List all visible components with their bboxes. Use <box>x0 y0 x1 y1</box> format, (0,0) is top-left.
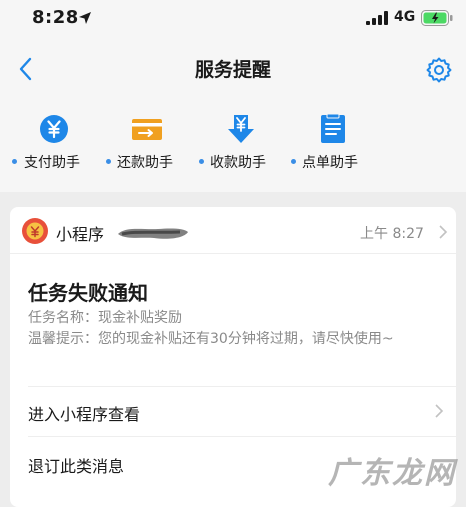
card-arrow-icon <box>132 119 162 140</box>
app-name: 小程序 <box>56 225 105 244</box>
view-mini-program-label: 进入小程序查看 <box>28 405 141 424</box>
divider <box>28 436 456 437</box>
signal-icon <box>366 11 388 25</box>
unsubscribe-label: 退订此类消息 <box>28 457 125 476</box>
location-arrow-icon <box>79 12 91 24</box>
bullet-dot <box>291 159 296 164</box>
status-time: 8:28 <box>32 7 79 28</box>
chevron-right-icon <box>435 404 444 418</box>
order-list-icon <box>321 114 345 143</box>
bullet-dot <box>106 159 111 164</box>
shortcut-label: 点单助手 <box>302 155 358 171</box>
battery-icon <box>421 10 453 26</box>
mini-program-avatar <box>22 218 48 244</box>
shortcut-payment-assistant[interactable]: 支付助手 <box>10 114 110 176</box>
yen-download-icon <box>228 115 254 143</box>
network-type: 4G <box>394 9 416 25</box>
shortcut-order-assistant[interactable]: 点单助手 <box>290 114 390 176</box>
redacted-name <box>118 228 188 239</box>
shortcut-collection-assistant[interactable]: 收款助手 <box>198 114 298 176</box>
bullet-dot <box>12 159 17 164</box>
shortcut-repayment-assistant[interactable]: 还款助手 <box>104 114 204 176</box>
chevron-right-icon[interactable] <box>438 224 448 240</box>
yen-circle-icon <box>40 115 68 143</box>
message-timestamp: 上午 8:27 <box>360 226 424 242</box>
shortcut-label: 收款助手 <box>210 155 266 171</box>
tip-text: 温馨提示：您的现金补贴还有30分钟将过期，请尽快使用~ <box>28 331 394 347</box>
task-name: 任务名称：现金补贴奖励 <box>28 310 182 326</box>
bullet-dot <box>199 159 204 164</box>
watermark: 广东龙网 <box>328 456 456 491</box>
gear-icon[interactable] <box>425 56 453 84</box>
shortcut-label: 还款助手 <box>117 155 173 171</box>
shortcut-label: 支付助手 <box>24 155 80 171</box>
page-title: 服务提醒 <box>194 59 271 81</box>
divider <box>10 253 456 254</box>
message-title: 任务失败通知 <box>28 281 148 305</box>
view-mini-program-row[interactable]: 进入小程序查看 <box>10 387 456 435</box>
status-bar: 8:28 4G <box>0 0 466 40</box>
